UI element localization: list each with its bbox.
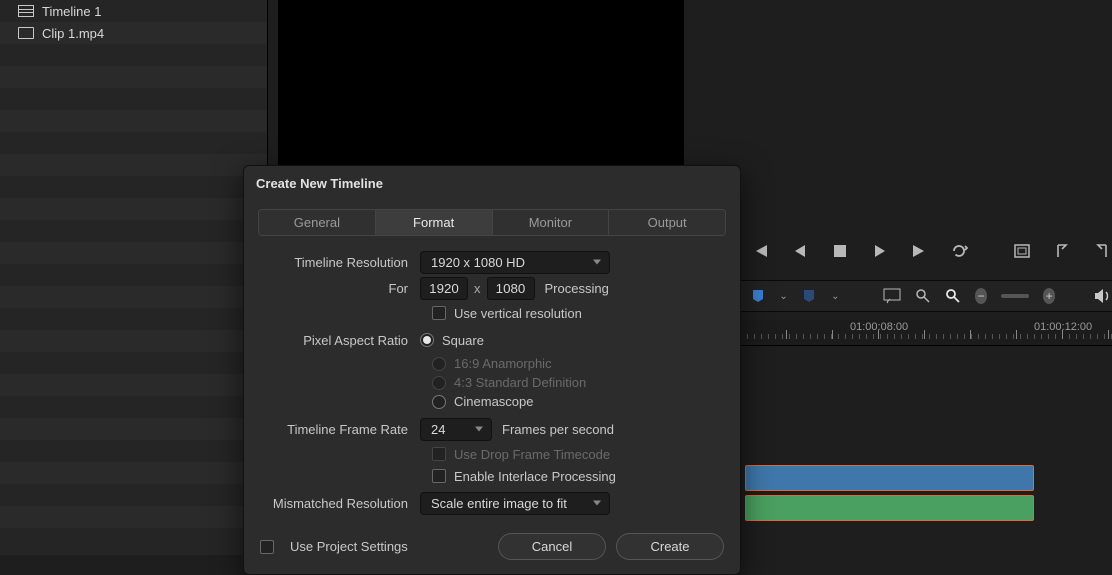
tab-monitor[interactable]: Monitor xyxy=(493,210,610,235)
drop-frame-checkbox xyxy=(432,447,446,461)
fps-label: Frames per second xyxy=(502,422,614,437)
mismatch-label: Mismatched Resolution xyxy=(260,496,420,511)
media-item-clip[interactable]: Clip 1.mp4 xyxy=(0,22,267,44)
for-label: For xyxy=(260,281,420,296)
ruler-timecode: 01:00:12:00 xyxy=(1034,321,1092,333)
match-frame-icon[interactable] xyxy=(1012,241,1032,261)
drop-frame-label: Use Drop Frame Timecode xyxy=(454,447,610,462)
tab-format[interactable]: Format xyxy=(376,210,493,235)
tab-general[interactable]: General xyxy=(259,210,376,235)
marker-blue-menu[interactable]: ⌄ xyxy=(779,291,787,302)
resolution-label: Timeline Resolution xyxy=(260,255,420,270)
create-timeline-dialog: Create New Timeline General Format Monit… xyxy=(243,165,741,575)
timeline-ruler[interactable]: 01:00:08:00 01:00:12:00 xyxy=(740,320,1112,346)
width-input[interactable] xyxy=(420,277,468,300)
use-vertical-checkbox[interactable] xyxy=(432,306,446,320)
interlace-label: Enable Interlace Processing xyxy=(454,469,616,484)
create-button[interactable]: Create xyxy=(616,533,724,560)
zoom-in-button[interactable]: + xyxy=(1043,288,1055,304)
par-cinema-radio[interactable] xyxy=(432,395,446,409)
skip-start-icon[interactable] xyxy=(750,241,770,261)
next-frame-icon[interactable] xyxy=(910,241,930,261)
marker-navy-icon[interactable] xyxy=(802,286,817,306)
par-label: Pixel Aspect Ratio xyxy=(260,333,420,348)
mute-icon[interactable] xyxy=(1094,286,1112,306)
use-vertical-label: Use vertical resolution xyxy=(454,306,582,321)
frame-rate-select[interactable]: 24 xyxy=(420,418,492,441)
timeline-toolbar: ⌄ ⌄ − + xyxy=(740,280,1112,312)
par-43-label: 4:3 Standard Definition xyxy=(454,375,586,390)
marker-blue-icon[interactable] xyxy=(750,286,765,306)
media-pool: Timeline 1 Clip 1.mp4 xyxy=(0,0,268,555)
transport-bar xyxy=(740,236,1112,266)
interlace-checkbox[interactable] xyxy=(432,469,446,483)
height-input[interactable] xyxy=(487,277,535,300)
par-anamorphic-radio xyxy=(432,357,446,371)
par-square-radio[interactable] xyxy=(420,333,434,347)
prev-frame-icon[interactable] xyxy=(790,241,810,261)
clip-icon xyxy=(18,27,34,39)
media-item-timeline[interactable]: Timeline 1 xyxy=(0,0,267,22)
resolution-select[interactable]: 1920 x 1080 HD xyxy=(420,251,610,274)
use-project-settings-checkbox[interactable] xyxy=(260,540,274,554)
par-square-label: Square xyxy=(442,333,484,348)
marker-navy-menu[interactable]: ⌄ xyxy=(831,291,839,302)
cancel-button[interactable]: Cancel xyxy=(498,533,606,560)
timeline-icon xyxy=(18,5,34,17)
media-item-label: Clip 1.mp4 xyxy=(42,26,104,41)
play-icon[interactable] xyxy=(870,241,890,261)
tab-output[interactable]: Output xyxy=(609,210,725,235)
zoom-fit-icon[interactable] xyxy=(883,286,901,306)
zoom-full-icon[interactable] xyxy=(945,286,961,306)
zoom-slider[interactable] xyxy=(1001,294,1029,298)
out-point-icon[interactable] xyxy=(1092,241,1112,261)
dialog-title: Create New Timeline xyxy=(244,166,740,203)
mismatch-select[interactable]: Scale entire image to fit xyxy=(420,492,610,515)
loop-icon[interactable] xyxy=(950,241,970,261)
media-item-label: Timeline 1 xyxy=(42,4,101,19)
zoom-out-button[interactable]: − xyxy=(975,288,987,304)
in-point-icon[interactable] xyxy=(1052,241,1072,261)
par-anamorphic-label: 16:9 Anamorphic xyxy=(454,356,552,371)
video-clip[interactable] xyxy=(745,465,1034,491)
zoom-custom-icon[interactable] xyxy=(915,286,931,306)
processing-label: Processing xyxy=(545,281,609,296)
frame-rate-label: Timeline Frame Rate xyxy=(260,422,420,437)
x-separator: x xyxy=(474,281,481,296)
ruler-timecode: 01:00:08:00 xyxy=(850,321,908,333)
use-project-settings-label: Use Project Settings xyxy=(290,539,408,554)
dialog-tabs: General Format Monitor Output xyxy=(258,209,726,236)
audio-clip[interactable] xyxy=(745,495,1034,521)
par-cinema-label: Cinemascope xyxy=(454,394,534,409)
par-43-radio xyxy=(432,376,446,390)
stop-icon[interactable] xyxy=(830,241,850,261)
